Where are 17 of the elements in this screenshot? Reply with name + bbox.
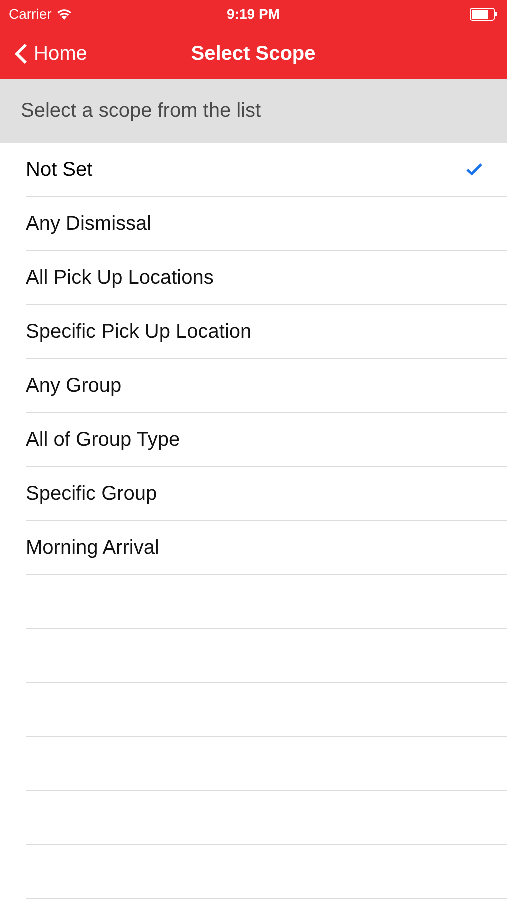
- chevron-left-icon: [15, 42, 28, 64]
- clock-time: 9:19 PM: [227, 4, 280, 24]
- scope-option[interactable]: All Pick Up Locations: [26, 251, 507, 305]
- scope-option[interactable]: Morning Arrival: [26, 521, 507, 575]
- scope-option[interactable]: Not Set: [26, 143, 507, 197]
- wifi-icon: [56, 8, 72, 20]
- scope-option[interactable]: Specific Group: [26, 467, 507, 521]
- carrier-label: Carrier: [9, 4, 52, 24]
- back-button[interactable]: Home: [0, 38, 88, 68]
- scope-option[interactable]: Specific Pick Up Location: [26, 305, 507, 359]
- checkmark-icon: [466, 163, 483, 176]
- scope-option[interactable]: Any Dismissal: [26, 197, 507, 251]
- scope-option[interactable]: All of Group Type: [26, 413, 507, 467]
- scope-option[interactable]: Any Group: [26, 359, 507, 413]
- battery-icon: [470, 8, 498, 20]
- screen-title: Select Scope: [191, 42, 316, 66]
- section-header: Select a scope from the list: [0, 79, 507, 143]
